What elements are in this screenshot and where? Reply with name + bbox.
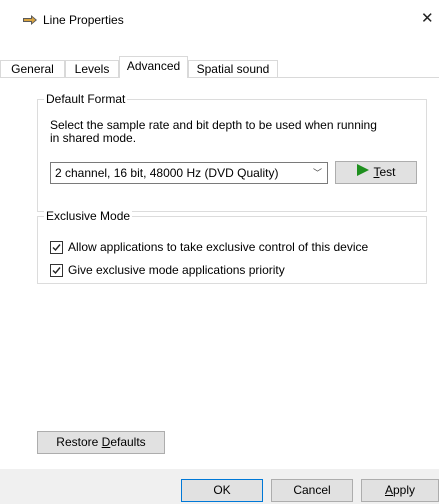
tab-advanced[interactable]: Advanced [119, 56, 188, 78]
title-bar: Line Properties ✕ [0, 0, 439, 40]
cancel-button[interactable]: Cancel [271, 479, 353, 502]
tab-bar: General Levels Advanced Spatial sound [0, 56, 439, 78]
tab-levels[interactable]: Levels [65, 60, 119, 77]
default-format-description-line2: in shared mode. [50, 131, 137, 145]
close-button[interactable]: ✕ [421, 8, 439, 30]
tab-spatial-sound[interactable]: Spatial sound [188, 60, 278, 77]
window-title: Line Properties [43, 13, 124, 27]
test-button-label: est [379, 165, 396, 179]
tab-general[interactable]: General [0, 60, 65, 77]
ok-button[interactable]: OK [181, 479, 263, 502]
exclusive-priority-checkbox[interactable] [50, 264, 63, 277]
apply-button-mnemonic: A [384, 483, 393, 497]
advanced-panel: Default Format Select the sample rate an… [0, 77, 439, 469]
checkmark-icon [52, 244, 61, 252]
exclusive-priority-label[interactable]: Give exclusive mode applications priorit… [68, 263, 285, 277]
test-button[interactable]: Test [335, 161, 417, 184]
close-icon: ✕ [421, 10, 434, 27]
speaker-line-icon [22, 13, 38, 27]
format-select[interactable]: 2 channel, 16 bit, 48000 Hz (DVD Quality… [50, 162, 328, 184]
exclusive-mode-label: Exclusive Mode [44, 209, 133, 223]
restore-defaults-rest: efaults [110, 435, 146, 449]
restore-defaults-button[interactable]: Restore Defaults [37, 431, 165, 454]
play-icon [356, 162, 370, 183]
checkmark-icon [52, 267, 61, 275]
apply-button-label: pply [393, 483, 416, 497]
dialog-footer: OK Cancel Apply [0, 469, 439, 504]
apply-button[interactable]: Apply [361, 479, 439, 502]
exclusive-control-label[interactable]: Allow applications to take exclusive con… [68, 240, 368, 254]
restore-defaults-prefix: Restore [56, 435, 102, 449]
default-format-group: Default Format Select the sample rate an… [37, 92, 427, 212]
format-select-value: 2 channel, 16 bit, 48000 Hz (DVD Quality… [55, 166, 279, 180]
default-format-label: Default Format [44, 92, 128, 106]
chevron-down-icon: ﹀ [312, 168, 322, 178]
exclusive-control-checkbox[interactable] [50, 241, 63, 254]
exclusive-mode-group: Exclusive Mode Allow applications to tak… [37, 209, 427, 284]
